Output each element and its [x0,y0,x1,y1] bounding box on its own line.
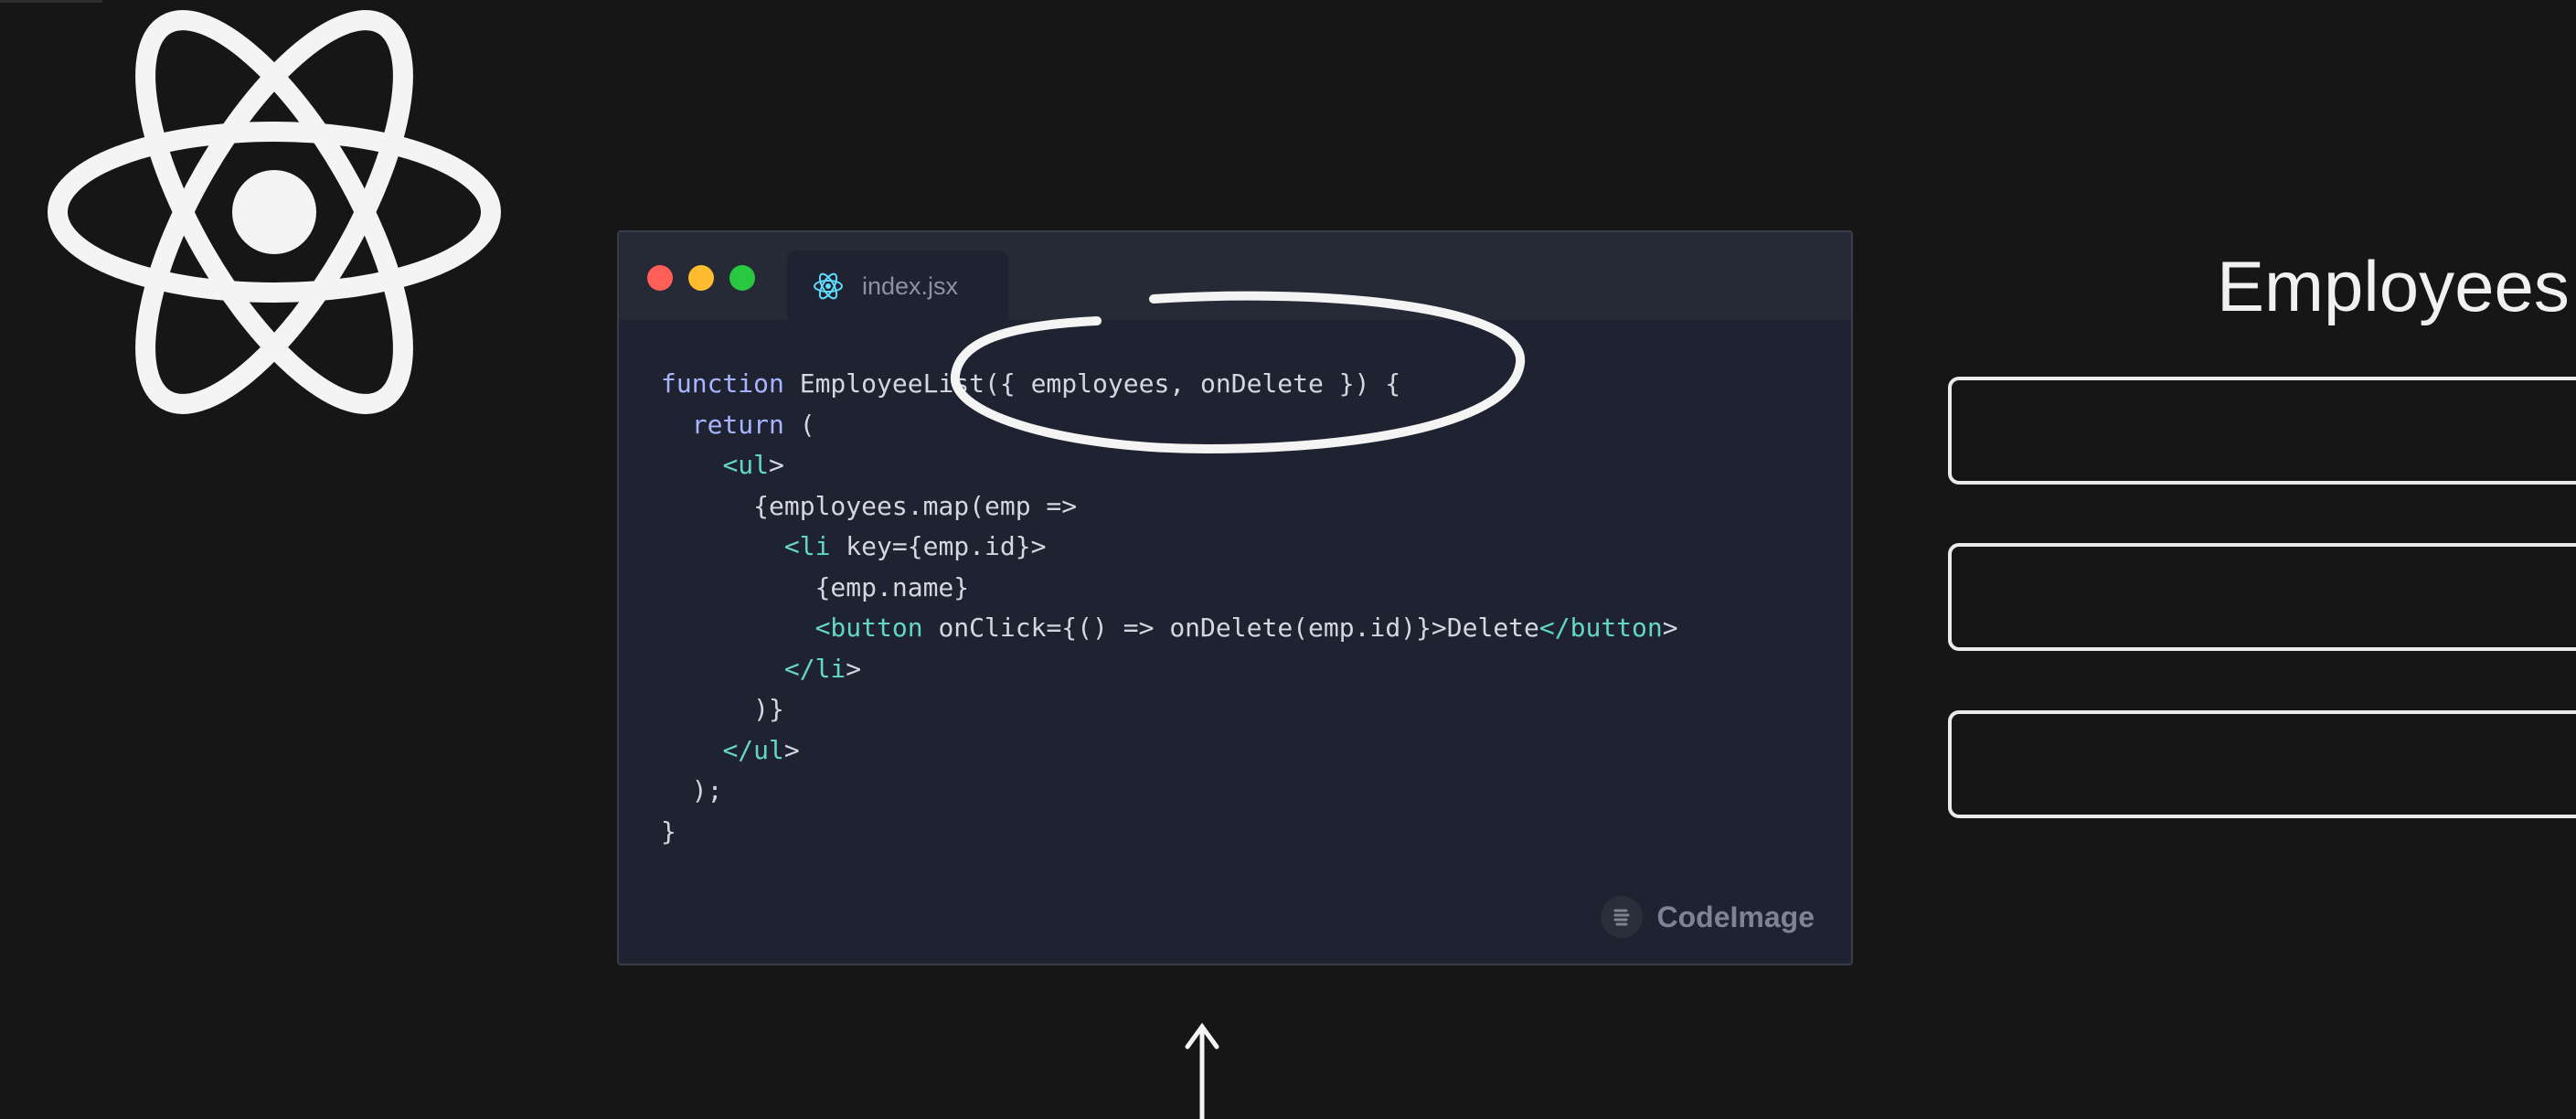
top-divider [0,0,102,3]
code-line: )} [661,694,784,724]
code-line: {emp.name} [661,571,970,602]
codeimage-watermark: CodeImage [1600,894,1815,940]
minimize-window-button[interactable] [688,265,714,291]
codeimage-icon [1600,896,1643,938]
highlight-circle-annotation [950,291,1526,454]
employee-row[interactable] [1948,710,2576,818]
employees-title: Employees [2217,246,2570,326]
code-line: ); [661,775,723,805]
react-logo-icon [48,10,501,414]
code-line: </ul> [722,734,800,765]
employee-row[interactable] [1948,543,2576,651]
code-line: {employees.map(emp => [661,490,1078,521]
up-arrow-icon [1185,1022,1219,1119]
code-line: <button onClick={() => onDelete(emp.id)}… [814,613,1678,643]
code-line: <li key={emp.id}> [783,531,1047,561]
code-line: </li> [783,653,862,684]
code-line: } [661,815,676,847]
close-window-button[interactable] [647,265,673,291]
maximize-window-button[interactable] [729,265,755,291]
employee-row[interactable] [1948,377,2576,485]
react-icon [814,272,843,300]
watermark-label: CodeImage [1656,900,1815,933]
